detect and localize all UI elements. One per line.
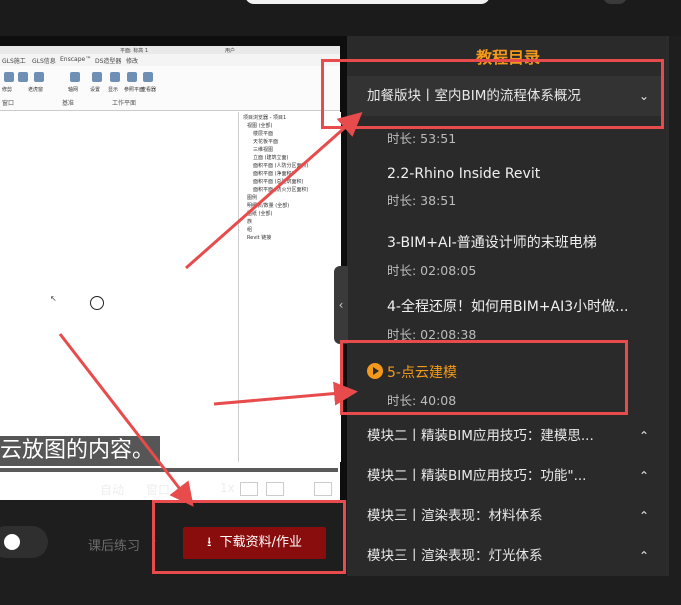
arrow-to-download	[58, 333, 194, 507]
arrow-to-module	[185, 112, 363, 270]
annotation-arrows	[58, 112, 363, 507]
arrow-to-lesson	[213, 381, 358, 406]
